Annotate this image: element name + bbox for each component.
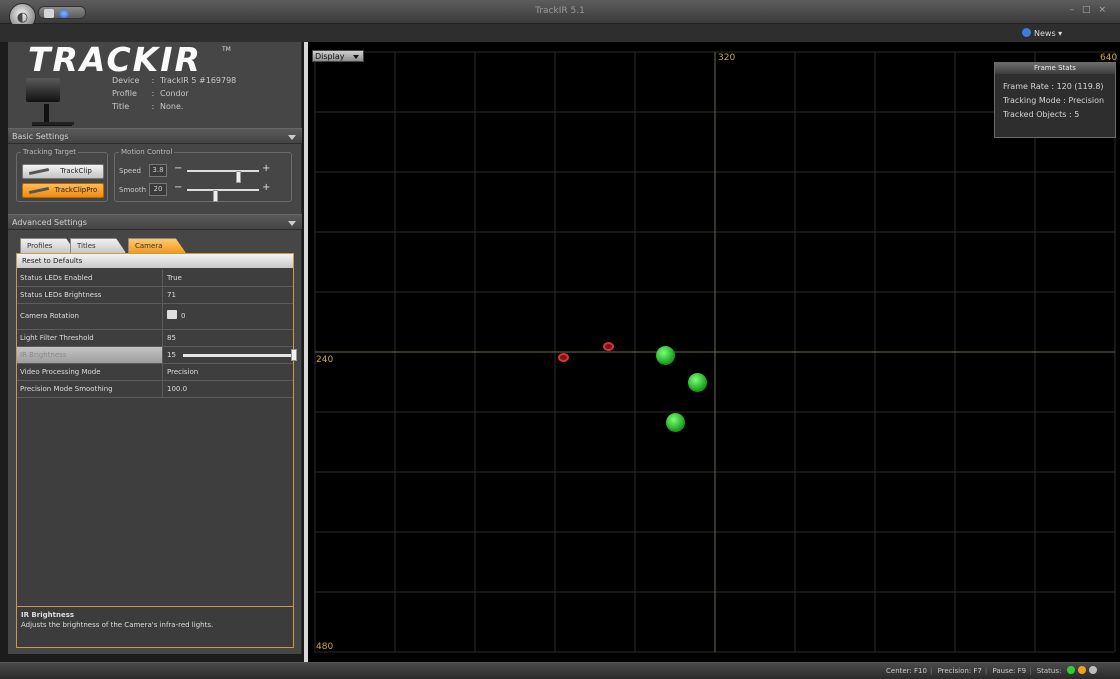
property-row[interactable]: Precision Mode Smoothing 100.0 <box>17 381 293 398</box>
speed-increase-button[interactable]: + <box>262 163 270 174</box>
frame-stats-title: Frame Stats <box>995 63 1115 74</box>
tab-camera[interactable]: Camera <box>128 238 186 253</box>
property-help: IR Brightness Adjusts the brightness of … <box>16 606 294 648</box>
property-row[interactable]: Camera Rotation 0 <box>17 304 293 330</box>
device-image <box>26 78 80 130</box>
status-label: Status: <box>1036 667 1062 675</box>
tracked-object <box>666 413 685 432</box>
property-value[interactable]: True <box>167 270 182 286</box>
trackclippro-icon <box>28 186 50 195</box>
precision-hotkey: Precision: F7 <box>937 667 982 675</box>
frame-stats-panel: Frame Stats Frame Rate : 120 (119.8) Tra… <box>994 62 1116 138</box>
property-row[interactable]: Video Processing Mode Precision <box>17 364 293 381</box>
y-axis-max-label: 480 <box>316 642 334 652</box>
property-value[interactable]: 85 <box>167 330 176 346</box>
property-value[interactable]: Precision <box>167 364 198 380</box>
maximize-icon[interactable]: □ <box>1082 5 1099 15</box>
ir-brightness-slider[interactable] <box>183 349 297 361</box>
profile-value: Condor <box>160 89 189 98</box>
trackclip-icon <box>28 167 50 176</box>
title-bar: ◐ TrackIR 5.1 –□× <box>0 0 1120 30</box>
speed-decrease-button[interactable]: − <box>174 163 182 174</box>
help-title: IR Brightness <box>21 611 75 619</box>
advanced-settings-header[interactable]: Advanced Settings <box>8 214 302 230</box>
smooth-slider-thumb[interactable] <box>212 190 218 202</box>
window-title: TrackIR 5.1 <box>535 6 585 16</box>
tab-titles[interactable]: Titles <box>70 238 126 253</box>
tracking-target-group: Tracking Target TrackClip TrackClipPro <box>16 148 108 202</box>
camera-view[interactable]: Display 320 640 240 480 Frame Stats Fram… <box>308 42 1120 662</box>
speed-value[interactable]: 3.8 <box>149 164 167 177</box>
window-controls[interactable]: –□× <box>1069 5 1114 15</box>
tracked-object <box>603 342 614 351</box>
property-value[interactable]: 71 <box>167 287 176 303</box>
collapse-icon[interactable] <box>288 135 296 140</box>
property-value[interactable]: 100.0 <box>167 381 187 397</box>
smooth-decrease-button[interactable]: − <box>174 182 182 193</box>
smooth-control: Smooth 20 − + <box>119 182 289 202</box>
status-orange-icon <box>1077 666 1086 674</box>
property-grid: Reset to Defaults Status LEDs Enabled Tru… <box>16 253 297 608</box>
reset-to-defaults-button[interactable]: Reset to Defaults <box>17 254 293 268</box>
property-row[interactable]: Status LEDs Enabled True <box>17 270 293 287</box>
smooth-increase-button[interactable]: + <box>262 182 270 193</box>
trademark: TM <box>222 46 231 53</box>
display-dropdown[interactable]: Display <box>312 50 364 62</box>
status-bar: Center: F10 | Precision: F7 | Pause: F9 | S… <box>0 662 1120 679</box>
y-axis-mid-label: 240 <box>316 355 334 365</box>
pause-hotkey: Pause: F9 <box>992 667 1027 675</box>
info-icon <box>1022 28 1031 37</box>
property-row-selected[interactable]: IR Brightness 15 <box>17 347 297 364</box>
tracking-mode: Tracking Mode : Precision <box>1003 96 1105 105</box>
device-info: Device: TrackIR 5 #169798 Profile: Condor … <box>112 76 237 111</box>
tab-profiles[interactable]: Profiles <box>20 238 76 253</box>
property-value[interactable]: 0 <box>181 312 185 320</box>
center-hotkey: Center: F10 <box>886 667 927 675</box>
trackclip-button[interactable]: TrackClip <box>22 164 104 179</box>
collapse-icon[interactable] <box>288 221 296 226</box>
tracked-object <box>558 353 569 362</box>
status-green-icon <box>1066 666 1075 674</box>
speed-control: Speed 3.8 − + <box>119 163 289 183</box>
smooth-slider[interactable] <box>187 189 259 202</box>
news-button[interactable]: News ▾ <box>1022 28 1062 38</box>
chevron-down-icon <box>353 55 359 59</box>
x-axis-mid-label: 320 <box>718 53 736 63</box>
tracked-objects: Tracked Objects : 5 <box>1003 110 1080 119</box>
close-icon[interactable]: × <box>1098 5 1114 15</box>
tracked-object <box>656 346 675 365</box>
help-text: Adjusts the brightness of the Camera's i… <box>21 621 214 629</box>
smooth-value[interactable]: 20 <box>149 183 167 196</box>
motion-control-group: Motion Control Speed 3.8 − + Smooth 20 −… <box>114 148 292 202</box>
settings-panel: TRACKIR TM Device: TrackIR 5 #169798 Prof… <box>8 42 302 654</box>
speed-slider-thumb[interactable] <box>235 171 241 183</box>
property-row[interactable]: Status LEDs Brightness 71 <box>17 287 293 304</box>
title-value: None. <box>160 102 184 111</box>
basic-settings-header[interactable]: Basic Settings <box>8 128 302 144</box>
hotkey-info: Center: F10 | Precision: F7 | Pause: F9 | S… <box>886 666 1100 675</box>
trackir-logo: TRACKIR <box>28 40 202 79</box>
minimize-icon[interactable]: – <box>1069 5 1082 15</box>
status-gray-icon <box>1088 666 1097 674</box>
camera-rotation-icon[interactable] <box>167 310 177 319</box>
device-value: TrackIR 5 #169798 <box>160 76 237 85</box>
trackclippro-button[interactable]: TrackClipPro <box>22 183 104 198</box>
property-value[interactable]: 15 <box>167 347 176 363</box>
frame-rate: Frame Rate : 120 (119.8) <box>1003 82 1104 91</box>
property-row[interactable]: Light Filter Threshold 85 <box>17 330 293 347</box>
tracked-object <box>688 373 707 392</box>
ir-brightness-thumb[interactable] <box>291 349 297 361</box>
speed-slider[interactable] <box>187 170 259 183</box>
